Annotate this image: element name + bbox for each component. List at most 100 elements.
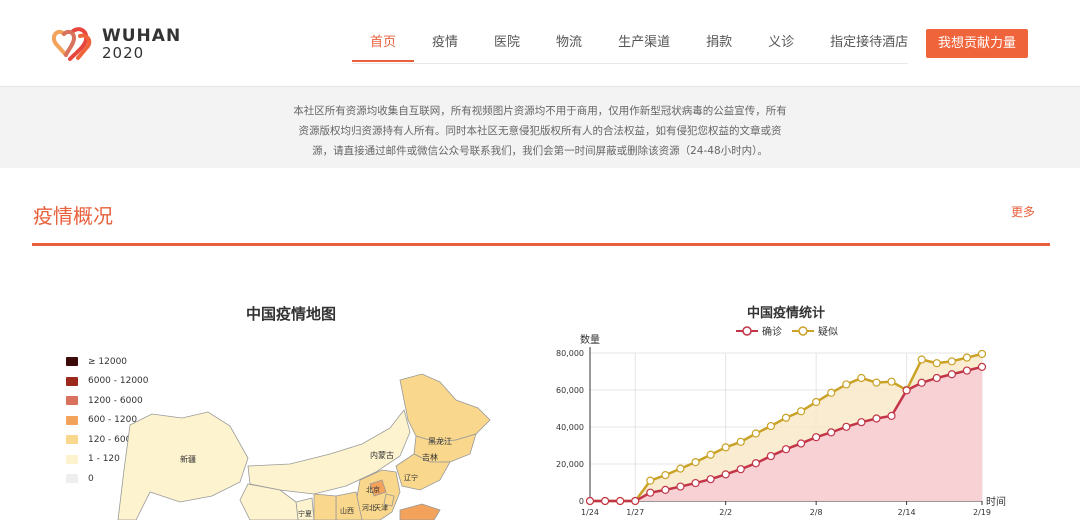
y-tick-label: 0	[579, 497, 584, 506]
legend-marker-suspected	[798, 326, 808, 336]
data-point-0	[887, 411, 896, 421]
data-point-1	[962, 353, 972, 362]
data-point-0	[796, 439, 806, 448]
data-point-0	[691, 478, 700, 488]
data-point-1	[661, 471, 670, 480]
region-label-beijing: 北京	[366, 485, 380, 494]
nav-clinic[interactable]: 义诊	[750, 24, 812, 62]
region-shandong[interactable]	[399, 503, 441, 520]
region-label-liaoning: 辽宁	[404, 473, 418, 482]
data-point-1	[887, 377, 896, 386]
nav-production[interactable]: 生产渠道	[600, 24, 688, 62]
y-tick-label: 40,000	[556, 423, 584, 432]
region-xinjiang[interactable]	[117, 411, 249, 520]
section-title: 疫情概况	[33, 204, 113, 228]
data-point-1	[796, 407, 806, 416]
map-title: 中国疫情地图	[246, 305, 337, 323]
legend-swatch	[66, 396, 78, 406]
epidemic-line-chart: 中国疫情统计 确诊 疑似 数量 时间 0 20,000 40,000 60,000 80…	[556, 305, 1006, 517]
nav-epidemic[interactable]: 疫情	[414, 24, 476, 62]
data-point-1	[872, 378, 881, 387]
region-label-shanxi: 山西	[340, 506, 354, 515]
data-point-1	[736, 437, 745, 446]
region-label-tianjin: 天津	[374, 504, 388, 512]
legend-label-confirmed[interactable]: 确诊	[762, 325, 782, 338]
data-point-0	[676, 482, 685, 491]
region-label-hebei: 河北	[362, 504, 376, 512]
region-heilongjiang[interactable]	[399, 373, 491, 443]
x-tick-label: 1/27	[626, 508, 644, 517]
legend-label: ≥ 12000	[88, 356, 128, 367]
legend-item[interactable]: ≥ 12000	[66, 352, 149, 372]
notice-line-3: 源，请直接通过邮件或微信公众号联系我们，我们会第一时间屏蔽或删除该资源（24-4…	[312, 145, 768, 157]
data-point-0	[706, 475, 715, 484]
data-point-1	[691, 458, 700, 467]
legend-marker-confirmed	[742, 326, 752, 336]
more-link[interactable]: 更多	[1011, 203, 1035, 220]
data-point-0	[600, 496, 610, 506]
data-point-1	[676, 464, 685, 473]
x-tick-label: 2/2	[719, 508, 732, 517]
data-point-1	[706, 450, 715, 459]
nav-hotels[interactable]: 指定接待酒店	[812, 24, 926, 62]
data-point-0	[812, 433, 821, 442]
region-shaanxi[interactable]	[313, 493, 337, 520]
logo-year: 2020	[102, 44, 145, 62]
data-point-0	[736, 465, 745, 474]
x-tick-label: 2/19	[973, 508, 991, 517]
chart-legend: 确诊 疑似	[736, 325, 838, 338]
data-point-1	[932, 359, 941, 368]
legend-swatch	[66, 415, 78, 425]
section-divider	[32, 243, 1050, 246]
notice-line-1: 本社区所有资源均收集自互联网，所有视频图片资源均不用于商用，仅用作新型冠状病毒的…	[293, 105, 787, 117]
notice-line-2: 资源版权均归资源持有人所有。同时本社区无意侵犯版权所有人的合法权益，如有侵犯您权…	[298, 125, 782, 137]
data-point-0	[646, 488, 655, 497]
data-point-1	[751, 429, 760, 438]
legend-label-suspected[interactable]: 疑似	[818, 326, 838, 338]
nav-logistics[interactable]: 物流	[538, 24, 600, 62]
region-label-xinjiang: 新疆	[180, 454, 196, 464]
region-label-neimenggu: 内蒙古	[370, 450, 394, 460]
legend-swatch	[66, 474, 78, 484]
nav-divider	[352, 63, 908, 64]
data-point-0	[721, 470, 730, 479]
data-point-1	[827, 388, 836, 397]
data-point-1	[857, 373, 866, 383]
data-point-1	[646, 476, 655, 485]
y-tick-label: 20,000	[556, 460, 584, 469]
nav-home[interactable]: 首页	[352, 24, 415, 62]
data-point-0	[631, 496, 640, 506]
copyright-notice: 本社区所有资源均收集自互联网，所有视频图片资源均不用于商用，仅用作新型冠状病毒的…	[0, 86, 1080, 168]
data-point-1	[842, 380, 851, 389]
nav-hospital[interactable]: 医院	[476, 24, 538, 62]
data-point-1	[977, 349, 987, 359]
data-point-1	[812, 397, 821, 407]
y-tick-label: 60,000	[556, 386, 584, 395]
legend-swatch	[66, 376, 78, 386]
region-label-ningxia: 宁夏	[298, 509, 312, 518]
legend-label: 0	[88, 473, 94, 484]
data-point-0	[932, 373, 941, 383]
nav-donate[interactable]: 捐款	[688, 24, 750, 62]
data-point-1	[917, 355, 926, 364]
x-tick-label: 2/8	[810, 508, 823, 517]
wuhan-2020-logo[interactable]: WUHAN 2020	[52, 24, 182, 64]
data-point-0	[857, 418, 866, 427]
data-point-1	[781, 413, 791, 422]
data-point-0	[977, 362, 987, 371]
x-axis-label: 时间	[986, 495, 1006, 508]
china-map: 新疆 内蒙古 黑龙江 吉林 北京 辽宁 天津 河北 山西 宁夏	[117, 373, 491, 520]
data-point-1	[721, 443, 730, 452]
legend-swatch	[66, 357, 78, 367]
data-point-0	[827, 428, 836, 437]
data-point-0	[917, 378, 926, 387]
notice-text: 本社区所有资源均收集自互联网，所有视频图片资源均不用于商用，仅用作新型冠状病毒的…	[280, 101, 800, 161]
contribute-button[interactable]: 我想贡献力量	[926, 29, 1028, 58]
legend-swatch	[66, 454, 78, 464]
data-point-0	[766, 451, 776, 461]
data-point-0	[962, 366, 972, 375]
x-tick-label: 1/24	[581, 508, 599, 517]
data-point-0	[661, 485, 670, 494]
data-point-0	[902, 386, 911, 395]
data-point-0	[616, 496, 625, 506]
